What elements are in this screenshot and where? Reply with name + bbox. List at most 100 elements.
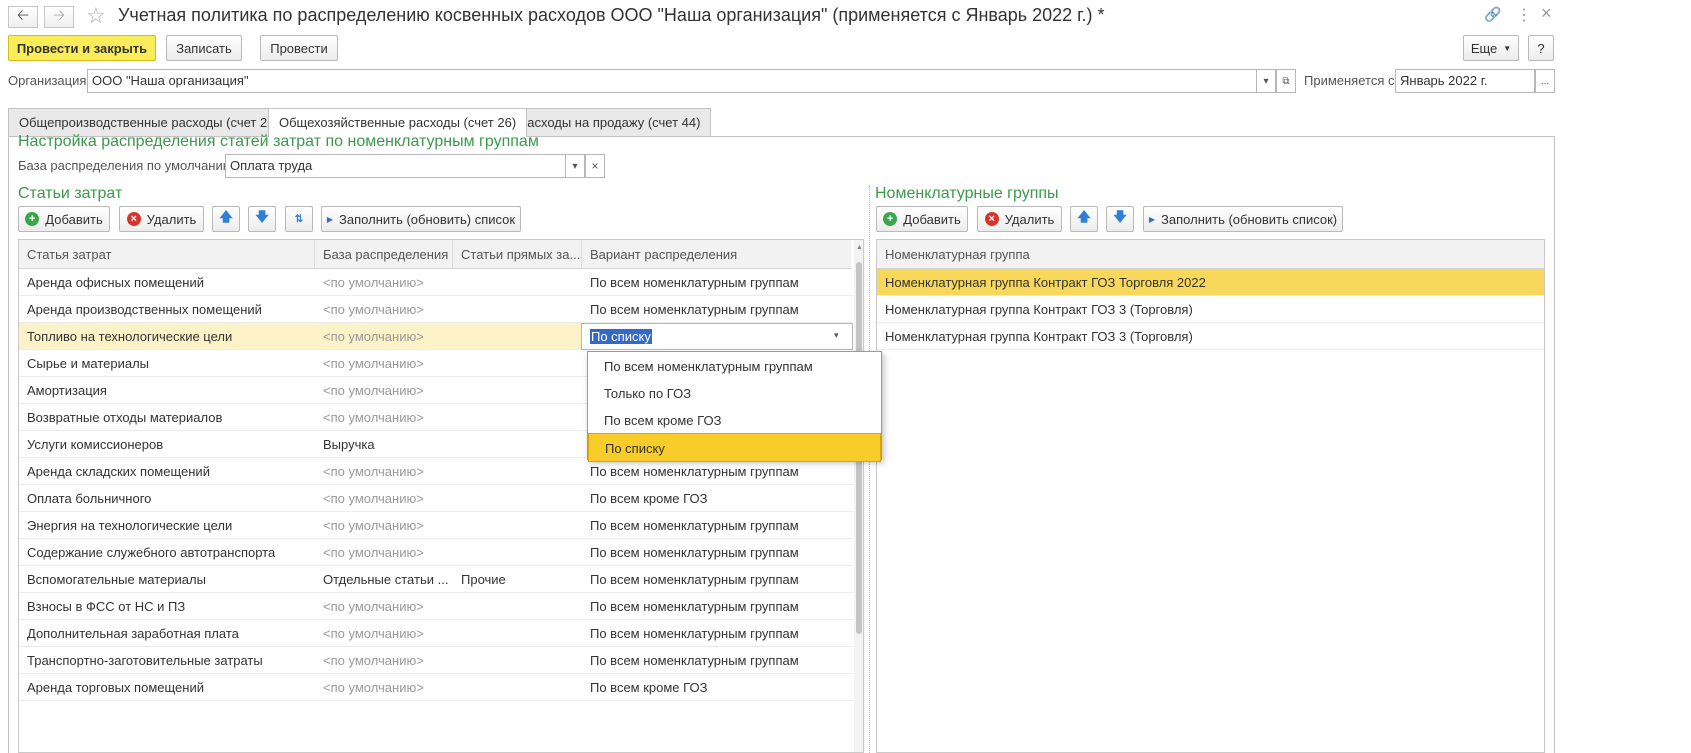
cell-base[interactable]: <по умолчанию> — [315, 620, 453, 647]
column-header-base[interactable]: База распределения — [315, 240, 453, 269]
cell-group[interactable]: Номенклатурная группа Контракт ГОЗ Торго… — [877, 269, 1544, 296]
tab-account-44[interactable]: Расходы на продажу (счет 44) — [508, 108, 712, 136]
cell-item[interactable]: Транспортно-заготовительные затраты — [19, 647, 315, 674]
sort-button[interactable]: ⇅ — [285, 206, 313, 232]
cell-direct[interactable] — [453, 620, 582, 647]
cell-variant[interactable]: По всем номенклатурным группам — [582, 269, 851, 296]
table-row[interactable]: Вспомогательные материалы Отдельные стать… — [19, 566, 853, 593]
cell-direct[interactable]: Прочие — [453, 566, 582, 593]
org-open-button[interactable]: ⧉ — [1276, 69, 1296, 93]
cell-base[interactable]: <по умолчанию> — [315, 485, 453, 512]
cell-base[interactable]: <по умолчанию> — [315, 269, 453, 296]
dropdown-option-by-list[interactable]: По списку — [588, 433, 881, 462]
cell-item[interactable]: Аренда производственных помещений — [19, 296, 315, 323]
cell-item[interactable]: Возвратные отходы материалов — [19, 404, 315, 431]
cell-item[interactable]: Топливо на технологические цели — [19, 323, 315, 350]
forward-button[interactable]: 🡢 — [44, 6, 74, 28]
column-header-variant[interactable]: Вариант распределения — [582, 240, 851, 269]
cell-direct[interactable] — [453, 323, 582, 350]
add-group-button[interactable]: + Добавить — [876, 206, 968, 232]
table-row[interactable]: Взносы в ФСС от НС и ПЗ <по умолчанию> По … — [19, 593, 853, 620]
table-row[interactable]: Аренда офисных помещений <по умолчанию> По… — [19, 269, 853, 296]
table-row[interactable]: Содержание служебного автотранспорта <по … — [19, 539, 853, 566]
cell-base[interactable]: <по умолчанию> — [315, 512, 453, 539]
cell-item[interactable]: Содержание служебного автотранспорта — [19, 539, 315, 566]
table-row[interactable]: Аренда производственных помещений <по умо… — [19, 296, 853, 323]
move-down-button[interactable]: 🡇 — [248, 206, 276, 232]
cell-direct[interactable] — [453, 350, 582, 377]
cell-base[interactable]: <по умолчанию> — [315, 593, 453, 620]
more-vert-icon[interactable]: ⋮ — [1516, 5, 1532, 25]
cell-variant[interactable]: По всем номенклатурным группам — [582, 512, 851, 539]
cell-variant[interactable]: По всем номенклатурным группам — [582, 566, 851, 593]
column-header-item[interactable]: Статья затрат — [19, 240, 315, 269]
dropdown-option-all-except-goz[interactable]: По всем кроме ГОЗ — [588, 406, 881, 435]
cell-group[interactable]: Номенклатурная группа Контракт ГОЗ 3 (То… — [877, 296, 1544, 323]
table-row[interactable]: Аренда складских помещений <по умолчанию>… — [19, 458, 853, 485]
applies-select-button[interactable]: ... — [1535, 69, 1555, 93]
cell-variant[interactable]: По всем номенклатурным группам — [582, 647, 851, 674]
cell-direct[interactable] — [453, 512, 582, 539]
cell-base[interactable]: <по умолчанию> — [315, 404, 453, 431]
cell-variant[interactable]: По всем номенклатурным группам — [582, 593, 851, 620]
link-icon[interactable]: 🔗 — [1484, 6, 1501, 23]
cell-variant[interactable]: По всем номенклатурным группам — [582, 539, 851, 566]
tab-account-25[interactable]: Общепроизводственные расходы (счет 25) — [8, 108, 290, 136]
help-button[interactable]: ? — [1528, 35, 1554, 61]
cell-direct[interactable] — [453, 458, 582, 485]
cell-direct[interactable] — [453, 647, 582, 674]
table-row[interactable]: Энергия на технологические цели <по умолч… — [19, 512, 853, 539]
fill-groups-button[interactable]: ▶ Заполнить (обновить список) — [1143, 206, 1343, 232]
cell-item[interactable]: Аренда складских помещений — [19, 458, 315, 485]
cell-direct[interactable] — [453, 674, 582, 701]
cell-direct[interactable] — [453, 269, 582, 296]
fill-cost-items-button[interactable]: ▶ Заполнить (обновить) список — [321, 206, 521, 232]
base-clear-button[interactable]: × — [585, 154, 605, 178]
base-field[interactable]: Оплата труда — [225, 154, 566, 178]
cell-item[interactable]: Аренда торговых помещений — [19, 674, 315, 701]
post-button[interactable]: Провести — [260, 35, 338, 61]
cell-group[interactable]: Номенклатурная группа Контракт ГОЗ 3 (То… — [877, 323, 1544, 350]
cell-base[interactable]: <по умолчанию> — [315, 323, 453, 350]
table-row[interactable]: Номенклатурная группа Контракт ГОЗ 3 (То… — [877, 296, 1544, 323]
applies-field[interactable]: Январь 2022 г. — [1395, 69, 1535, 93]
cell-base[interactable]: <по умолчанию> — [315, 296, 453, 323]
more-button[interactable]: Еще ▼ — [1463, 35, 1519, 61]
panel-splitter[interactable] — [869, 185, 870, 753]
cell-direct[interactable] — [453, 377, 582, 404]
delete-cost-item-button[interactable]: × Удалить — [119, 206, 204, 232]
cell-direct[interactable] — [453, 485, 582, 512]
table-row[interactable]: Аренда торговых помещений <по умолчанию> П… — [19, 674, 853, 701]
cell-base[interactable]: Выручка — [315, 431, 453, 458]
table-row[interactable]: Оплата больничного <по умолчанию> По всем … — [19, 485, 853, 512]
cell-direct[interactable] — [453, 539, 582, 566]
cell-item[interactable]: Сырье и материалы — [19, 350, 315, 377]
post-and-close-button[interactable]: Провести и закрыть — [8, 35, 156, 61]
cell-item[interactable]: Оплата больничного — [19, 485, 315, 512]
group-move-up-button[interactable]: 🡅 — [1070, 206, 1098, 232]
table-row[interactable]: Номенклатурная группа Контракт ГОЗ 3 (То… — [877, 323, 1544, 350]
cell-base[interactable]: Отдельные статьи ... — [315, 566, 453, 593]
back-button[interactable]: 🡠 — [8, 6, 38, 28]
table-row[interactable]: Номенклатурная группа Контракт ГОЗ Торго… — [877, 269, 1544, 296]
dropdown-option-all[interactable]: По всем номенклатурным группам — [588, 352, 881, 381]
cell-item[interactable]: Аренда офисных помещений — [19, 269, 315, 296]
cell-variant[interactable]: По всем кроме ГОЗ — [582, 674, 851, 701]
table-row[interactable]: Дополнительная заработная плата <по умолч… — [19, 620, 853, 647]
org-field[interactable]: ООО "Наша организация" — [87, 69, 1257, 93]
cell-base[interactable]: <по умолчанию> — [315, 539, 453, 566]
save-button[interactable]: Записать — [166, 35, 242, 61]
star-outline-icon[interactable]: ☆ — [86, 3, 106, 29]
move-up-button[interactable]: 🡅 — [212, 206, 240, 232]
cell-base[interactable]: <по умолчанию> — [315, 458, 453, 485]
close-icon[interactable]: × — [1541, 3, 1552, 24]
cell-base[interactable]: <по умолчанию> — [315, 647, 453, 674]
org-dropdown-button[interactable]: ▾ — [1256, 69, 1276, 93]
cell-item[interactable]: Взносы в ФСС от НС и ПЗ — [19, 593, 315, 620]
scrollbar[interactable]: ▲ — [854, 240, 863, 752]
add-cost-item-button[interactable]: + Добавить — [18, 206, 110, 232]
cell-variant[interactable]: По всем кроме ГОЗ — [582, 485, 851, 512]
cell-item[interactable]: Амортизация — [19, 377, 315, 404]
table-row[interactable]: Транспортно-заготовительные затраты <по у… — [19, 647, 853, 674]
cell-base[interactable]: <по умолчанию> — [315, 674, 453, 701]
